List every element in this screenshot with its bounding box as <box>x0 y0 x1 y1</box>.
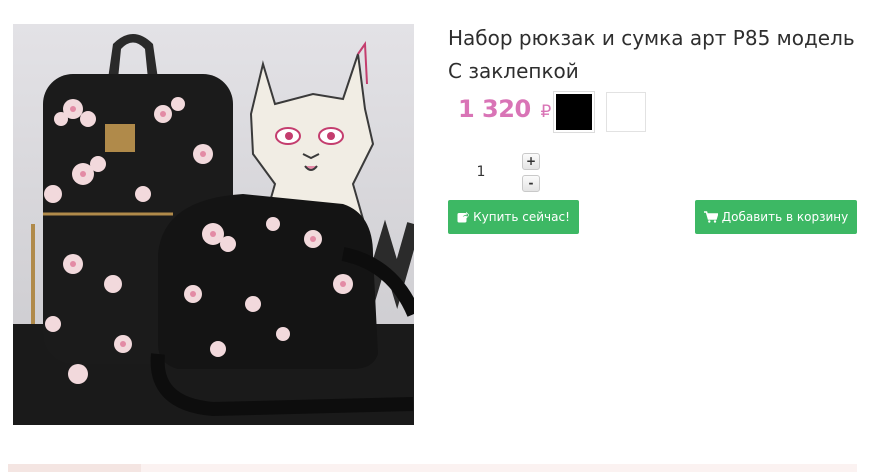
add-to-cart-label: Добавить в корзину <box>721 210 849 224</box>
quantity-decrease-button[interactable]: - <box>522 175 540 192</box>
color-swatch-black[interactable] <box>553 91 595 133</box>
color-swatch-white[interactable] <box>606 92 646 132</box>
buy-now-button[interactable]: Купить сейчас! <box>448 200 579 234</box>
quantity-input[interactable] <box>450 157 512 187</box>
currency-symbol: ₽ <box>540 102 552 122</box>
product-title: Набор рюкзак и сумка арт Р85 модель С за… <box>448 26 855 83</box>
shopping-cart-icon <box>703 211 718 223</box>
product-page: Набор рюкзак и сумка арт Р85 модель С за… <box>0 0 896 472</box>
add-to-cart-button[interactable]: Добавить в корзину <box>695 200 857 234</box>
active-tab[interactable] <box>8 464 141 472</box>
product-image[interactable] <box>13 24 414 425</box>
share-square-icon <box>457 211 470 223</box>
price-value: 1 320 <box>458 95 531 123</box>
quantity-increase-button[interactable]: + <box>522 153 540 170</box>
bag-set-photo <box>13 24 414 425</box>
buy-now-label: Купить сейчас! <box>473 210 570 224</box>
product-price: 1 320 ₽ <box>458 94 551 127</box>
